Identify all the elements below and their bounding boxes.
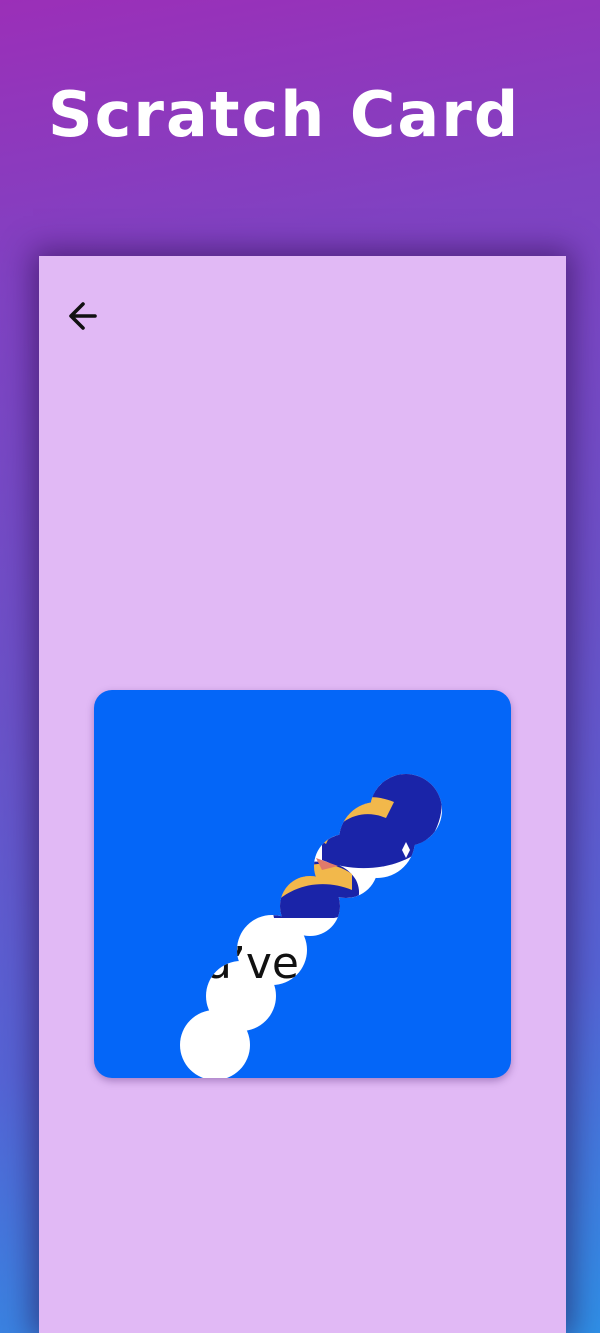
revealed-message: u’ve: [204, 938, 299, 989]
arrow-left-icon: [69, 302, 97, 330]
scratch-card[interactable]: u’ve: [94, 690, 511, 1078]
page-title: Scratch Card: [48, 78, 521, 151]
back-button[interactable]: [61, 294, 105, 338]
hat-icon: [272, 774, 442, 918]
scratched-reveal-area: u’ve: [180, 774, 442, 1078]
phone-screen: u’ve: [39, 256, 566, 1333]
